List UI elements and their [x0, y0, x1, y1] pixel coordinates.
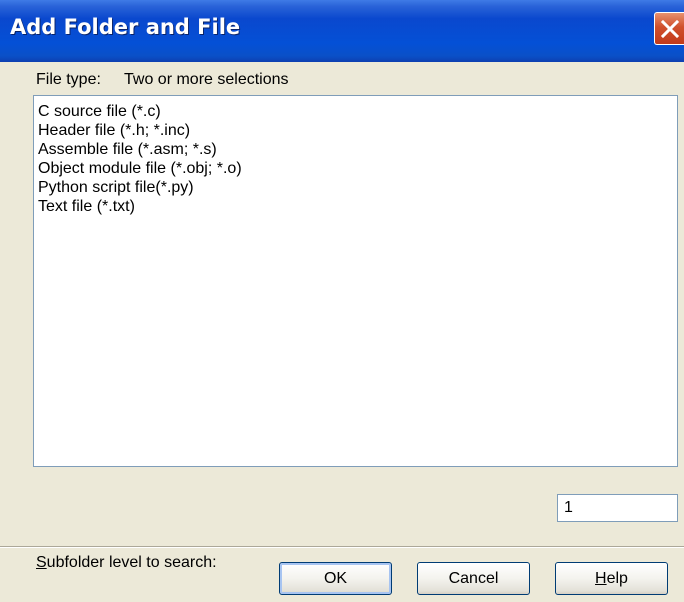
close-button[interactable]: [654, 12, 684, 45]
add-folder-and-file-dialog: Add Folder and File File type: Two or mo…: [0, 0, 684, 602]
file-type-list[interactable]: C source file (*.c) Header file (*.h; *.…: [33, 95, 678, 467]
help-button[interactable]: Help: [555, 562, 668, 595]
list-item[interactable]: Text file (*.txt): [38, 197, 135, 216]
list-item[interactable]: Assemble file (*.asm; *.s): [38, 140, 217, 159]
list-item[interactable]: Object module file (*.obj; *.o): [38, 159, 242, 178]
divider: [0, 546, 684, 548]
help-button-accesskey: H: [595, 570, 607, 587]
list-item[interactable]: Python script file(*.py): [38, 178, 194, 197]
title-bar: Add Folder and File: [0, 0, 684, 62]
cancel-button[interactable]: Cancel: [417, 562, 530, 595]
subfolder-level-label-accesskey: S: [36, 554, 47, 571]
subfolder-level-label-text: ubfolder level to search:: [46, 554, 217, 571]
list-item[interactable]: C source file (*.c): [38, 102, 161, 121]
file-type-label: File type:: [36, 71, 101, 88]
subfolder-level-input[interactable]: [557, 494, 678, 522]
ok-button[interactable]: OK: [279, 562, 392, 595]
dialog-title: Add Folder and File: [10, 15, 241, 39]
close-icon: [660, 19, 680, 39]
help-button-text: elp: [606, 570, 628, 587]
subfolder-level-label: Subfolder level to search:: [36, 554, 217, 572]
list-item[interactable]: Header file (*.h; *.inc): [38, 121, 190, 140]
file-type-value: Two or more selections: [124, 71, 289, 88]
